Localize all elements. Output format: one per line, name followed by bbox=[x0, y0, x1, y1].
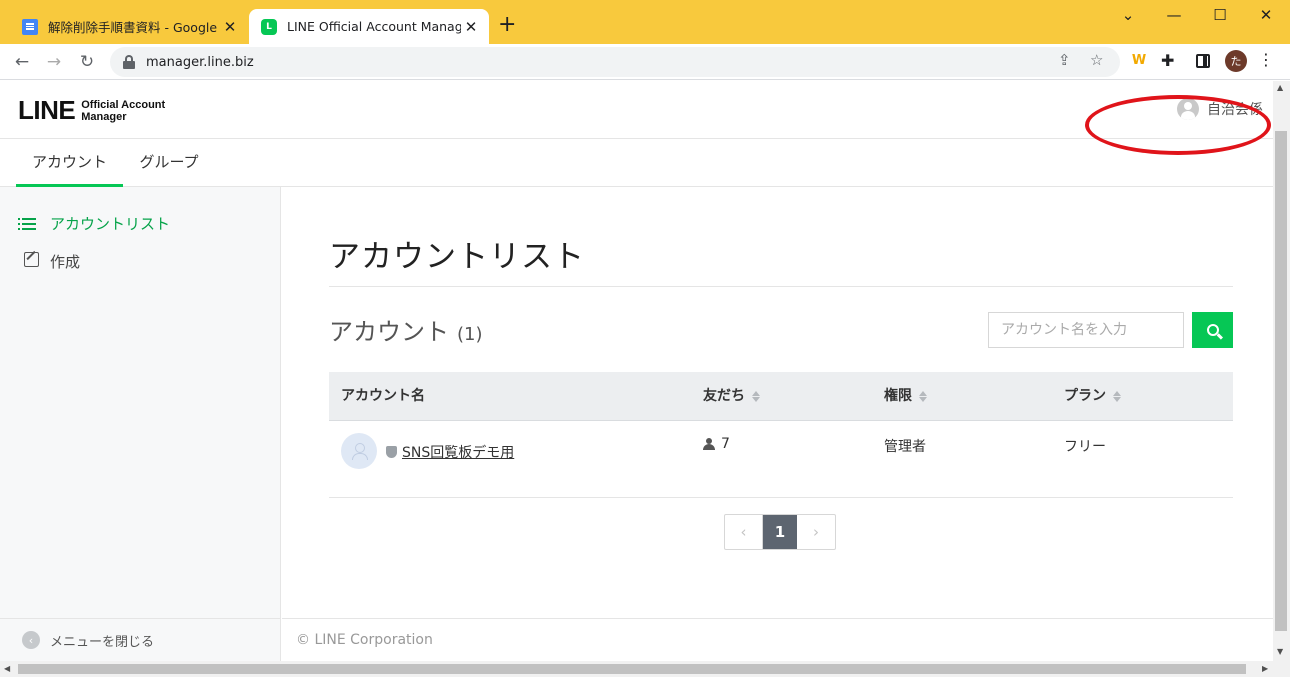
url-text: manager.line.biz bbox=[146, 54, 254, 70]
close-icon[interactable]: ✕ bbox=[220, 18, 240, 36]
friends-count: 7 bbox=[721, 436, 730, 452]
friends-count-cell: 7 bbox=[703, 436, 730, 452]
scrollbar-thumb[interactable] bbox=[1275, 131, 1287, 631]
tab-search-icon[interactable]: ⌄ bbox=[1118, 6, 1138, 24]
account-avatar bbox=[341, 433, 377, 469]
scroll-right-icon[interactable]: ▶ bbox=[1262, 664, 1268, 673]
bookmark-star-icon[interactable]: ☆ bbox=[1090, 51, 1103, 69]
horizontal-scrollbar[interactable]: ◀ ▶ bbox=[0, 661, 1290, 677]
side-panel-icon[interactable] bbox=[1196, 54, 1210, 68]
minimize-icon[interactable]: — bbox=[1164, 6, 1184, 24]
shield-icon bbox=[386, 446, 397, 458]
google-docs-icon bbox=[22, 18, 38, 35]
sort-icon[interactable] bbox=[752, 390, 760, 402]
close-menu-label: メニューを閉じる bbox=[50, 634, 155, 650]
sidebar-item-create[interactable]: 作成 bbox=[22, 251, 80, 272]
column-header-label: 友だち bbox=[703, 388, 745, 404]
column-header-account-name: アカウント名 bbox=[341, 372, 425, 420]
column-header-role[interactable]: 権限 bbox=[884, 372, 927, 420]
line-icon: L bbox=[261, 18, 277, 35]
site-header: LINE Official Account Manager 自治会係 bbox=[0, 81, 1273, 155]
browser-toolbar: ← → ↻ manager.line.biz ⇪ ☆ W ✚ た ⋮ bbox=[0, 44, 1290, 80]
edit-icon-wrap bbox=[22, 252, 40, 271]
main-content: アカウントリスト アカウント (1) アカウント名 友だち 権限 bbox=[282, 187, 1273, 661]
tab-account[interactable]: アカウント bbox=[16, 139, 123, 187]
next-page-button[interactable]: › bbox=[797, 515, 835, 549]
column-header-friends[interactable]: 友だち bbox=[703, 372, 760, 420]
browser-tab-line[interactable]: L LINE Official Account Manager ✕ bbox=[249, 9, 489, 44]
search-button[interactable] bbox=[1192, 312, 1233, 348]
reload-icon[interactable]: ↻ bbox=[74, 49, 100, 75]
section-title-text: アカウント bbox=[329, 318, 449, 346]
list-icon bbox=[18, 215, 40, 233]
forward-icon[interactable]: → bbox=[41, 49, 67, 75]
address-bar[interactable]: manager.line.biz ⇪ ☆ bbox=[110, 47, 1120, 77]
window-close-icon[interactable]: ✕ bbox=[1256, 6, 1276, 24]
browser-menu-icon[interactable]: ⋮ bbox=[1258, 50, 1274, 69]
page-title: アカウントリスト bbox=[329, 239, 585, 275]
chevron-left-icon: ‹ bbox=[22, 631, 40, 649]
logo-wordmark: LINE bbox=[18, 95, 76, 125]
scroll-up-icon[interactable]: ▲ bbox=[1277, 83, 1283, 92]
column-header-plan[interactable]: プラン bbox=[1064, 372, 1121, 420]
lock-icon[interactable] bbox=[122, 55, 136, 69]
close-icon[interactable]: ✕ bbox=[461, 18, 481, 36]
extension-w-icon[interactable]: W bbox=[1130, 53, 1148, 71]
copyright: © LINE Corporation bbox=[296, 632, 433, 648]
scrollbar-thumb[interactable] bbox=[18, 664, 1246, 674]
role-cell: 管理者 bbox=[884, 439, 926, 455]
edit-icon bbox=[23, 252, 39, 267]
prev-page-button[interactable]: ‹ bbox=[725, 515, 763, 549]
account-table: アカウント名 友だち 権限 プラン SNS回覧板デモ用 7 管理者 フリー bbox=[329, 372, 1233, 498]
section-title: アカウント (1) bbox=[329, 312, 483, 347]
table-row: SNS回覧板デモ用 7 管理者 フリー bbox=[329, 421, 1233, 498]
user-menu[interactable]: 自治会係 bbox=[1085, 95, 1271, 155]
column-header-label: プラン bbox=[1064, 388, 1106, 404]
tab-group[interactable]: グループ bbox=[126, 139, 212, 187]
vertical-scrollbar[interactable]: ▲ ▼ bbox=[1273, 81, 1290, 661]
scroll-left-icon[interactable]: ◀ bbox=[4, 664, 10, 673]
sidebar: アカウントリスト 作成 ‹ メニューを閉じる bbox=[0, 187, 281, 661]
maximize-icon[interactable]: ☐ bbox=[1210, 6, 1230, 24]
pagination: ‹ 1 › bbox=[724, 514, 836, 550]
page-button-1[interactable]: 1 bbox=[763, 515, 797, 549]
browser-tabstrip: 解除削除手順書資料 - Google ドキ ✕ L LINE Official … bbox=[0, 0, 1290, 44]
extensions-puzzle-icon[interactable]: ✚ bbox=[1161, 51, 1174, 70]
logo-subtitle-line2: Manager bbox=[81, 110, 127, 123]
sort-icon[interactable] bbox=[919, 390, 927, 402]
account-name-link[interactable]: SNS回覧板デモ用 bbox=[402, 442, 514, 462]
profile-avatar[interactable]: た bbox=[1225, 50, 1247, 72]
back-icon[interactable]: ← bbox=[9, 49, 35, 75]
sort-icon[interactable] bbox=[1113, 390, 1121, 402]
sidebar-item-label: アカウントリスト bbox=[50, 215, 171, 233]
plan-cell: フリー bbox=[1064, 439, 1106, 455]
column-header-label: 権限 bbox=[884, 388, 912, 404]
share-icon[interactable]: ⇪ bbox=[1058, 51, 1071, 69]
tab-title: LINE Official Account Manager bbox=[287, 19, 461, 34]
new-tab-button[interactable]: + bbox=[498, 13, 516, 37]
logo-subtitle: Official Account Manager bbox=[81, 99, 165, 123]
sidebar-item-label: 作成 bbox=[50, 253, 81, 271]
logo-subtitle-line1: Official Account bbox=[81, 98, 166, 111]
sidebar-item-account-list[interactable]: アカウントリスト bbox=[18, 213, 171, 234]
scroll-down-icon[interactable]: ▼ bbox=[1277, 647, 1283, 656]
page: LINE Official Account Manager 自治会係 アカウント… bbox=[0, 81, 1273, 661]
top-nav-tabs: アカウント グループ bbox=[0, 139, 1273, 187]
people-icon bbox=[703, 438, 717, 450]
footer: © LINE Corporation bbox=[282, 618, 1273, 661]
search-icon bbox=[1206, 324, 1219, 336]
browser-tab-docs[interactable]: 解除削除手順書資料 - Google ドキ ✕ bbox=[10, 9, 248, 44]
line-oam-logo[interactable]: LINE Official Account Manager bbox=[18, 95, 165, 126]
close-menu-button[interactable]: ‹ メニューを閉じる bbox=[0, 618, 281, 661]
account-count: (1) bbox=[457, 324, 483, 345]
title-divider bbox=[329, 286, 1233, 287]
table-header: アカウント名 友だち 権限 プラン bbox=[329, 372, 1233, 421]
column-header-label: アカウント名 bbox=[341, 388, 425, 404]
tab-title: 解除削除手順書資料 - Google ドキ bbox=[48, 20, 220, 35]
account-search-input[interactable] bbox=[988, 312, 1184, 348]
